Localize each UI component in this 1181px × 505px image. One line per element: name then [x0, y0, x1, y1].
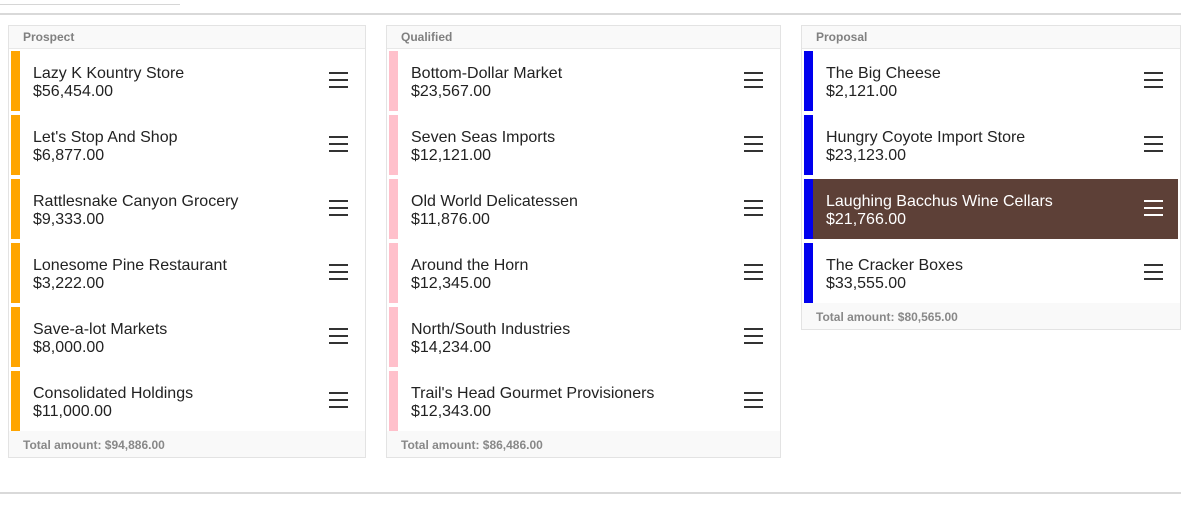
card-customer-name: Let's Stop And Shop: [33, 129, 178, 146]
top-divider: [0, 13, 1181, 15]
card-amount: $2,121.00: [826, 83, 898, 100]
card-list-prospect: Lazy K Kountry Store $56,454.00 Let's St…: [9, 49, 365, 431]
deal-card[interactable]: Around the Horn $12,345.00: [389, 243, 778, 303]
deal-card[interactable]: Let's Stop And Shop $6,877.00: [11, 115, 363, 175]
column-total-proposal: Total amount: $80,565.00: [802, 307, 1180, 329]
deal-card-selected[interactable]: Laughing Bacchus Wine Cellars $21,766.00: [804, 179, 1178, 239]
card-status-stripe: [804, 115, 813, 175]
card-status-stripe: [389, 307, 398, 367]
card-amount: $3,222.00: [33, 275, 105, 292]
hamburger-menu-icon[interactable]: [1144, 263, 1164, 281]
card-list-qualified: Bottom-Dollar Market $23,567.00 Seven Se…: [387, 49, 780, 431]
deal-card[interactable]: Consolidated Holdings $11,000.00: [11, 371, 363, 431]
deal-card[interactable]: Lonesome Pine Restaurant $3,222.00: [11, 243, 363, 303]
card-amount: $8,000.00: [33, 339, 105, 356]
deal-card[interactable]: Old World Delicatessen $11,876.00: [389, 179, 778, 239]
column-total-qualified: Total amount: $86,486.00: [387, 435, 780, 457]
card-customer-name: The Big Cheese: [826, 65, 941, 82]
column-proposal: Proposal The Big Cheese $2,121.00 Hungry…: [801, 25, 1181, 330]
card-amount: $9,333.00: [33, 211, 105, 228]
card-amount: $12,345.00: [411, 275, 492, 292]
card-amount: $12,121.00: [411, 147, 492, 164]
hamburger-menu-icon[interactable]: [329, 199, 349, 217]
deal-card[interactable]: Hungry Coyote Import Store $23,123.00: [804, 115, 1178, 175]
column-total-prospect: Total amount: $94,886.00: [9, 435, 365, 457]
card-customer-name: The Cracker Boxes: [826, 257, 963, 274]
card-customer-name: Lazy K Kountry Store: [33, 65, 185, 82]
card-customer-name: Lonesome Pine Restaurant: [33, 257, 227, 274]
hamburger-menu-icon[interactable]: [744, 71, 764, 89]
card-status-stripe: [389, 243, 398, 303]
card-status-stripe: [11, 115, 20, 175]
bottom-divider: [0, 492, 1181, 494]
card-amount: $23,123.00: [826, 147, 907, 164]
card-customer-name: Consolidated Holdings: [33, 385, 194, 402]
deal-card[interactable]: Lazy K Kountry Store $56,454.00: [11, 51, 363, 111]
deal-card[interactable]: Save-a-lot Markets $8,000.00: [11, 307, 363, 367]
card-list-proposal: The Big Cheese $2,121.00 Hungry Coyote I…: [802, 49, 1180, 303]
deal-card[interactable]: Rattlesnake Canyon Grocery $9,333.00: [11, 179, 363, 239]
hamburger-menu-icon[interactable]: [329, 71, 349, 89]
hamburger-menu-icon[interactable]: [744, 199, 764, 217]
card-customer-name: North/South Industries: [411, 321, 571, 338]
top-divider-stub: [0, 4, 180, 5]
card-amount: $11,000.00: [33, 403, 112, 420]
card-customer-name: Save-a-lot Markets: [33, 321, 168, 338]
deal-card[interactable]: The Cracker Boxes $33,555.00: [804, 243, 1178, 303]
hamburger-menu-icon[interactable]: [744, 327, 764, 345]
hamburger-menu-icon[interactable]: [329, 327, 349, 345]
card-status-stripe: [804, 243, 813, 303]
hamburger-menu-icon[interactable]: [329, 135, 349, 153]
card-amount: $33,555.00: [826, 275, 907, 292]
card-customer-name: Laughing Bacchus Wine Cellars: [826, 193, 1053, 210]
card-customer-name: Trail's Head Gourmet Provisioners: [411, 385, 655, 402]
card-status-stripe: [389, 51, 398, 111]
column-header-prospect: Prospect: [9, 26, 365, 49]
card-status-stripe: [389, 371, 398, 431]
card-amount: $56,454.00: [33, 83, 114, 100]
card-amount: $6,877.00: [33, 147, 105, 164]
card-status-stripe: [389, 115, 398, 175]
hamburger-menu-icon[interactable]: [744, 135, 764, 153]
card-customer-name: Old World Delicatessen: [411, 193, 578, 210]
column-prospect: Prospect Lazy K Kountry Store $56,454.00…: [8, 25, 366, 458]
card-customer-name: Hungry Coyote Import Store: [826, 129, 1026, 146]
card-status-stripe: [11, 307, 20, 367]
card-customer-name: Around the Horn: [411, 257, 529, 274]
card-status-stripe: [11, 371, 20, 431]
column-header-qualified: Qualified: [387, 26, 780, 49]
deal-card[interactable]: North/South Industries $14,234.00: [389, 307, 778, 367]
hamburger-menu-icon[interactable]: [1144, 135, 1164, 153]
card-status-stripe: [11, 243, 20, 303]
hamburger-menu-icon[interactable]: [744, 263, 764, 281]
deal-card[interactable]: Trail's Head Gourmet Provisioners $12,34…: [389, 371, 778, 431]
hamburger-menu-icon[interactable]: [1144, 71, 1164, 89]
column-qualified: Qualified Bottom-Dollar Market $23,567.0…: [386, 25, 781, 458]
column-header-proposal: Proposal: [802, 26, 1180, 49]
card-amount: $12,343.00: [411, 403, 492, 420]
card-customer-name: Bottom-Dollar Market: [411, 65, 563, 82]
card-status-stripe: [804, 179, 813, 239]
card-amount: $11,876.00: [411, 211, 490, 228]
hamburger-menu-icon[interactable]: [744, 391, 764, 409]
hamburger-menu-icon[interactable]: [1144, 199, 1164, 217]
card-amount: $23,567.00: [411, 83, 492, 100]
card-status-stripe: [11, 179, 20, 239]
deal-card[interactable]: Seven Seas Imports $12,121.00: [389, 115, 778, 175]
card-status-stripe: [804, 51, 813, 111]
hamburger-menu-icon[interactable]: [329, 391, 349, 409]
card-amount: $14,234.00: [411, 339, 492, 356]
hamburger-menu-icon[interactable]: [329, 263, 349, 281]
card-amount: $21,766.00: [826, 211, 907, 228]
card-status-stripe: [11, 51, 20, 111]
card-customer-name: Rattlesnake Canyon Grocery: [33, 193, 239, 210]
card-status-stripe: [389, 179, 398, 239]
kanban-board: Prospect Lazy K Kountry Store $56,454.00…: [0, 25, 1181, 465]
deal-card[interactable]: The Big Cheese $2,121.00: [804, 51, 1178, 111]
card-customer-name: Seven Seas Imports: [411, 129, 556, 146]
deal-card[interactable]: Bottom-Dollar Market $23,567.00: [389, 51, 778, 111]
